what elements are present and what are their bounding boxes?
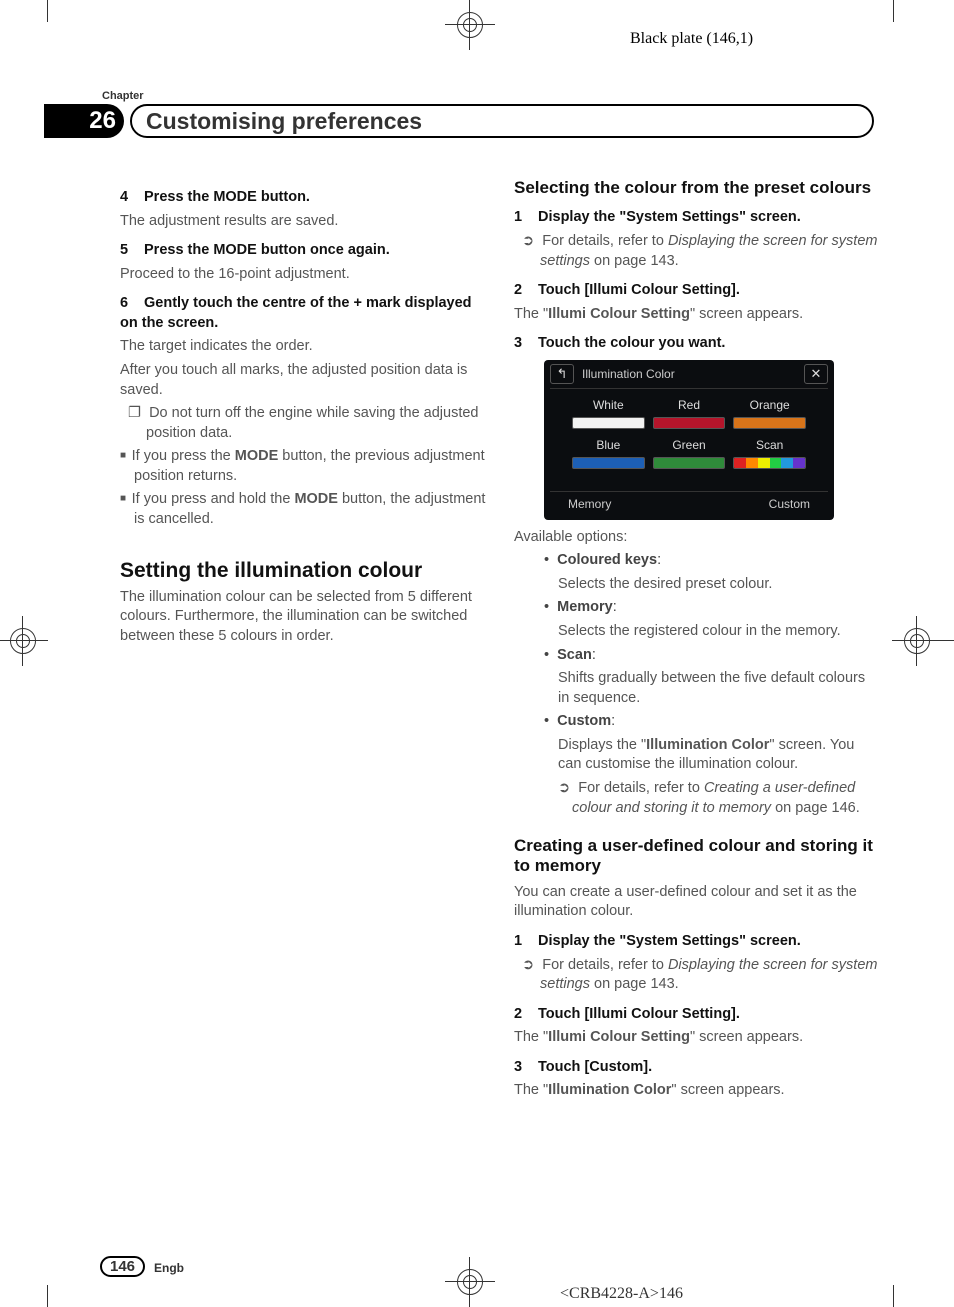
option-desc: Selects the desired preset colour. — [544, 575, 880, 595]
color-swatch — [653, 457, 726, 469]
color-swatch — [733, 417, 806, 429]
square-bullet-icon: ■ — [120, 450, 132, 461]
color-label: White — [572, 397, 645, 413]
color-label: Scan — [733, 437, 806, 453]
screenshot-title: Illumination Color — [582, 366, 796, 382]
note-icon: ❐ — [128, 405, 149, 421]
step-heading: 6Gently touch the centre of the + mark d… — [120, 294, 486, 333]
color-option-red[interactable]: Red — [653, 397, 726, 429]
registration-mark — [455, 10, 485, 40]
chapter-number-badge: 26 — [44, 104, 124, 138]
option-desc: Selects the registered colour in the mem… — [544, 622, 880, 642]
body-text: The adjustment results are saved. — [120, 212, 486, 232]
color-option-orange[interactable]: Orange — [733, 397, 806, 429]
body-text: The "Illumi Colour Setting" screen appea… — [514, 1028, 880, 1048]
bullet-text: ■ If you press and hold the MODE button,… — [120, 490, 486, 529]
plate-label: Black plate (146,1) — [630, 30, 753, 48]
step-heading: 5Press the MODE button once again. — [120, 241, 486, 261]
registration-mark — [902, 626, 932, 656]
body-text: You can create a user-defined colour and… — [514, 883, 880, 922]
footer-code: <CRB4228-A>146 — [560, 1285, 683, 1303]
reference-text: ➲ For details, refer to Displaying the s… — [514, 956, 880, 995]
color-option-blue[interactable]: Blue — [572, 437, 645, 469]
device-screenshot: ↰ Illumination Color ✕ White Red Orange Blu… — [544, 360, 834, 520]
registration-mark — [455, 1267, 485, 1297]
body-text: After you touch all marks, the adjusted … — [120, 361, 486, 400]
chapter-label: Chapter — [102, 90, 144, 102]
bullet-text: ■ If you press the MODE button, the prev… — [120, 447, 486, 486]
crop-mark — [893, 1285, 894, 1307]
body-text: Available options: — [514, 528, 880, 548]
color-label: Red — [653, 397, 726, 413]
step-heading: 3Touch [Custom]. — [514, 1058, 880, 1078]
custom-button[interactable]: Custom — [761, 494, 818, 514]
right-column: Selecting the colour from the preset col… — [514, 178, 880, 1105]
close-icon[interactable]: ✕ — [804, 364, 828, 384]
option-name: Custom — [557, 713, 611, 729]
section-heading: Setting the illumination colour — [120, 559, 486, 583]
color-swatch — [653, 417, 726, 429]
note-text: ❐ Do not turn off the engine while savin… — [120, 404, 486, 443]
color-label: Orange — [733, 397, 806, 413]
color-label: Green — [653, 437, 726, 453]
option-desc: Displays the "Illumination Color" screen… — [544, 736, 880, 775]
body-text: Proceed to the 16-point adjustment. — [120, 265, 486, 285]
reference-arrow-icon: ➲ — [558, 780, 578, 796]
scan-swatch — [733, 457, 806, 469]
reference-arrow-icon: ➲ — [522, 957, 542, 973]
crop-mark — [47, 0, 48, 22]
option-desc: Shifts gradually between the five defaul… — [544, 669, 880, 708]
back-icon[interactable]: ↰ — [550, 364, 574, 384]
body-text: The illumination colour can be selected … — [120, 588, 486, 647]
color-option-scan[interactable]: Scan — [733, 437, 806, 469]
language-code: Engb — [154, 1261, 184, 1275]
color-option-white[interactable]: White — [572, 397, 645, 429]
square-bullet-icon: ■ — [120, 493, 132, 504]
step-heading: 2Touch [Illumi Colour Setting]. — [514, 1005, 880, 1025]
color-swatch — [572, 457, 645, 469]
crop-mark — [47, 1285, 48, 1307]
memory-button[interactable]: Memory — [560, 494, 619, 514]
option-name: Coloured keys — [557, 552, 657, 568]
color-swatch — [572, 417, 645, 429]
step-heading: 1Display the "System Settings" screen. — [514, 932, 880, 952]
body-text: The target indicates the order. — [120, 337, 486, 357]
step-heading: 1Display the "System Settings" screen. — [514, 208, 880, 228]
step-heading: 2Touch [Illumi Colour Setting]. — [514, 281, 880, 301]
registration-mark — [8, 626, 38, 656]
subsection-heading: Selecting the colour from the preset col… — [514, 178, 880, 198]
option-name: Scan — [557, 647, 592, 663]
page-number-badge: 146 — [100, 1256, 145, 1277]
reference-arrow-icon: ➲ — [522, 233, 542, 249]
body-text: The "Illumination Color" screen appears. — [514, 1081, 880, 1101]
left-column: 4Press the MODE button. The adjustment r… — [120, 178, 486, 1105]
reference-text: ➲ For details, refer to Creating a user-… — [544, 779, 880, 818]
color-option-green[interactable]: Green — [653, 437, 726, 469]
color-label: Blue — [572, 437, 645, 453]
chapter-title: Customising preferences — [130, 104, 874, 138]
reference-text: ➲ For details, refer to Displaying the s… — [514, 232, 880, 271]
options-list: • Coloured keys: Selects the desired pre… — [544, 551, 880, 818]
option-name: Memory — [557, 599, 613, 615]
step-heading: 3Touch the colour you want. — [514, 334, 880, 354]
subsection-heading: Creating a user-defined colour and stori… — [514, 836, 880, 877]
step-heading: 4Press the MODE button. — [120, 188, 486, 208]
crop-mark — [893, 0, 894, 22]
body-text: The "Illumi Colour Setting" screen appea… — [514, 305, 880, 325]
